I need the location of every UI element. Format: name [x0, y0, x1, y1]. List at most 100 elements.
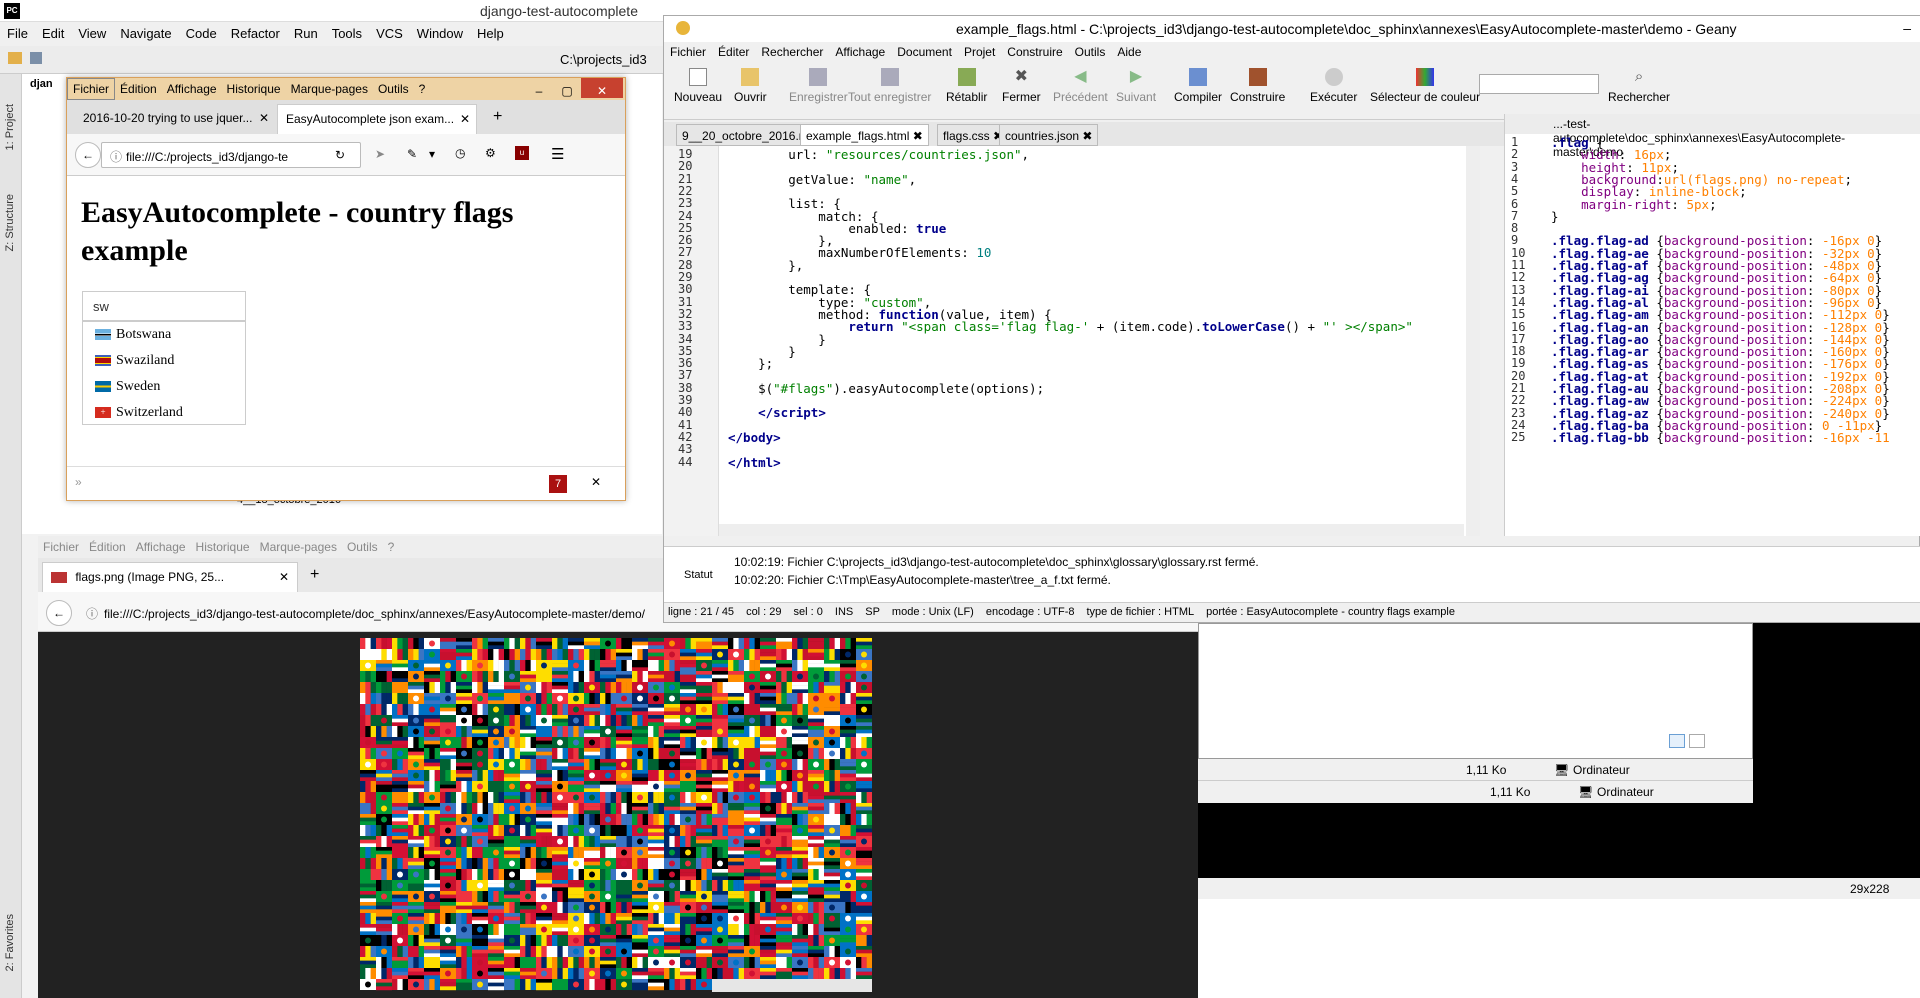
- autocomplete-input[interactable]: sw: [82, 291, 246, 321]
- search-input[interactable]: [1479, 74, 1599, 94]
- code-editor[interactable]: 19 20 21 22 23 24 25 26 27 28 29 30 31 32 33 34 35 36 37 38…: [664, 146, 1480, 536]
- close-icon[interactable]: ✕: [591, 475, 601, 489]
- g-menu-fichier[interactable]: Fichier: [664, 42, 712, 62]
- send-icon[interactable]: ➤: [375, 147, 385, 161]
- url-field[interactable]: ⓘ file:///C:/projects_id3/django-te: [101, 142, 361, 168]
- close-icon[interactable]: ✖: [1082, 129, 1092, 143]
- g-menu-document[interactable]: Document: [891, 42, 958, 62]
- structure-tool-tab[interactable]: Z: Structure: [4, 194, 16, 251]
- suggestion-botswana[interactable]: Botswana: [83, 322, 245, 348]
- minimize-icon[interactable]: –: [525, 78, 553, 98]
- ff-menu-outils[interactable]: Outils: [373, 79, 414, 99]
- suggestion-sweden[interactable]: Sweden: [83, 374, 245, 400]
- tab-example-flags[interactable]: example_flags.html ✖: [800, 124, 929, 146]
- g-menu-affichage[interactable]: Affichage: [829, 42, 891, 62]
- ff2-menu-edition[interactable]: Édition: [84, 536, 131, 558]
- previous-button[interactable]: ◀ Précédent: [1053, 68, 1108, 104]
- color-chooser-button[interactable]: Sélecteur de couleur: [1370, 68, 1480, 104]
- execute-button[interactable]: Exécuter: [1310, 68, 1357, 104]
- tab-countries-json[interactable]: countries.json ✖: [999, 124, 1099, 146]
- menu-edit[interactable]: Edit: [35, 22, 71, 45]
- close-icon[interactable]: ✕: [259, 111, 269, 125]
- g-menu-editer[interactable]: Éditer: [712, 42, 755, 62]
- g-menu-rechercher[interactable]: Rechercher: [755, 42, 829, 62]
- tab-jquery[interactable]: 2016-10-20 trying to use jquer... ✕: [75, 104, 275, 134]
- css-code[interactable]: 1 .flag {2 width: 16px; 3 height: 11px; 4 b…: [1505, 134, 1920, 536]
- menu-file[interactable]: File: [0, 22, 35, 45]
- open-button[interactable]: Ouvrir: [734, 68, 767, 104]
- suggestion-swaziland[interactable]: Swaziland: [83, 348, 245, 374]
- ff-menu-edition[interactable]: Édition: [115, 79, 162, 99]
- new-button[interactable]: Nouveau: [674, 68, 722, 104]
- tab-flags-png[interactable]: flags.png (Image PNG, 25... ✕: [42, 562, 298, 592]
- back-icon[interactable]: ←: [46, 600, 72, 626]
- ff2-menu-affichage[interactable]: Affichage: [131, 536, 191, 558]
- large-icons-view-icon[interactable]: [1689, 734, 1705, 748]
- next-button[interactable]: ▶ Suivant: [1116, 68, 1156, 104]
- close-button[interactable]: ✖ Fermer: [1002, 68, 1041, 104]
- menu-refactor[interactable]: Refactor: [224, 22, 287, 45]
- favorites-tool-tab[interactable]: 2: Favorites: [4, 914, 16, 971]
- menu-vcs[interactable]: VCS: [369, 22, 410, 45]
- ff-menu-help[interactable]: ?: [414, 79, 431, 99]
- details-view-icon[interactable]: [1669, 734, 1685, 748]
- compile-button[interactable]: Compiler: [1174, 68, 1222, 104]
- ff2-url-field[interactable]: ⓘ file:///C:/projects_id3/django-test-aut…: [78, 600, 678, 626]
- save-button[interactable]: Enregistrer: [789, 68, 848, 104]
- new-tab-icon[interactable]: +: [310, 566, 319, 584]
- ff-menu-affichage[interactable]: Affichage: [162, 79, 222, 99]
- save-icon[interactable]: [30, 52, 42, 64]
- tab-rst[interactable]: 9__20_octobre_2016.rst: [676, 124, 819, 146]
- menu-view[interactable]: View: [71, 22, 113, 45]
- reload-button[interactable]: Rétablir: [946, 68, 987, 104]
- ff-menu-marque-pages[interactable]: Marque-pages: [286, 79, 373, 99]
- suggestion-switzerland[interactable]: + Switzerland: [83, 400, 245, 426]
- notification-badge[interactable]: 7: [549, 475, 567, 493]
- new-tab-icon[interactable]: +: [493, 108, 502, 126]
- menu-code[interactable]: Code: [179, 22, 224, 45]
- menu-navigate[interactable]: Navigate: [113, 22, 178, 45]
- tab-easyautocomplete[interactable]: EasyAutocomplete json exam... ✕: [277, 104, 477, 134]
- menu-run[interactable]: Run: [287, 22, 325, 45]
- maximize-icon[interactable]: ▢: [553, 78, 581, 98]
- hamburger-menu-icon[interactable]: ☰: [551, 145, 564, 163]
- g-menu-projet[interactable]: Projet: [958, 42, 1001, 62]
- horizontal-scrollbar[interactable]: [719, 524, 1464, 536]
- menu-tools[interactable]: Tools: [325, 22, 369, 45]
- project-root-label[interactable]: djan: [30, 78, 53, 90]
- menu-window[interactable]: Window: [410, 22, 470, 45]
- ff-menu-fichier[interactable]: Fichier: [67, 78, 116, 100]
- close-icon[interactable]: ✕: [279, 570, 289, 584]
- minimize-icon[interactable]: –: [1903, 20, 1911, 36]
- back-icon[interactable]: ←: [75, 142, 101, 168]
- close-window-icon[interactable]: ✕: [581, 78, 623, 98]
- ublock-icon[interactable]: u: [515, 146, 529, 160]
- ff2-menu-help[interactable]: ?: [383, 536, 400, 558]
- vertical-scrollbar[interactable]: [1466, 146, 1480, 536]
- menu-help[interactable]: Help: [470, 22, 511, 45]
- build-button[interactable]: Construire: [1230, 68, 1285, 104]
- g-menu-outils[interactable]: Outils: [1069, 42, 1112, 62]
- search-button[interactable]: ⌕ Rechercher: [1608, 68, 1670, 104]
- project-tool-tab[interactable]: 1: Project: [4, 104, 16, 150]
- save-all-button[interactable]: Tout enregistrer: [848, 68, 931, 104]
- dropdown-icon[interactable]: ▾: [429, 147, 435, 161]
- close-icon[interactable]: ✕: [460, 112, 470, 126]
- overflow-icon[interactable]: »: [75, 475, 82, 489]
- tab-label: flags.css: [943, 129, 990, 143]
- ff2-menu-marque-pages[interactable]: Marque-pages: [255, 536, 342, 558]
- addon-icon[interactable]: ⚙: [485, 146, 496, 160]
- ff2-menu-outils[interactable]: Outils: [342, 536, 383, 558]
- status-tab[interactable]: Statut: [684, 569, 713, 581]
- reload-icon[interactable]: ↻: [335, 148, 345, 162]
- ff-menu-historique[interactable]: Historique: [222, 79, 286, 99]
- g-menu-construire[interactable]: Construire: [1001, 42, 1068, 62]
- tab-label: countries.json: [1005, 129, 1080, 143]
- extension-icon[interactable]: ✎: [407, 147, 417, 161]
- history-icon[interactable]: ◷: [455, 146, 465, 160]
- g-menu-aide[interactable]: Aide: [1111, 42, 1147, 62]
- open-folder-icon[interactable]: [8, 52, 22, 64]
- close-icon[interactable]: ✖: [913, 129, 923, 143]
- ff2-menu-historique[interactable]: Historique: [191, 536, 255, 558]
- ff2-menu-fichier[interactable]: Fichier: [38, 536, 84, 558]
